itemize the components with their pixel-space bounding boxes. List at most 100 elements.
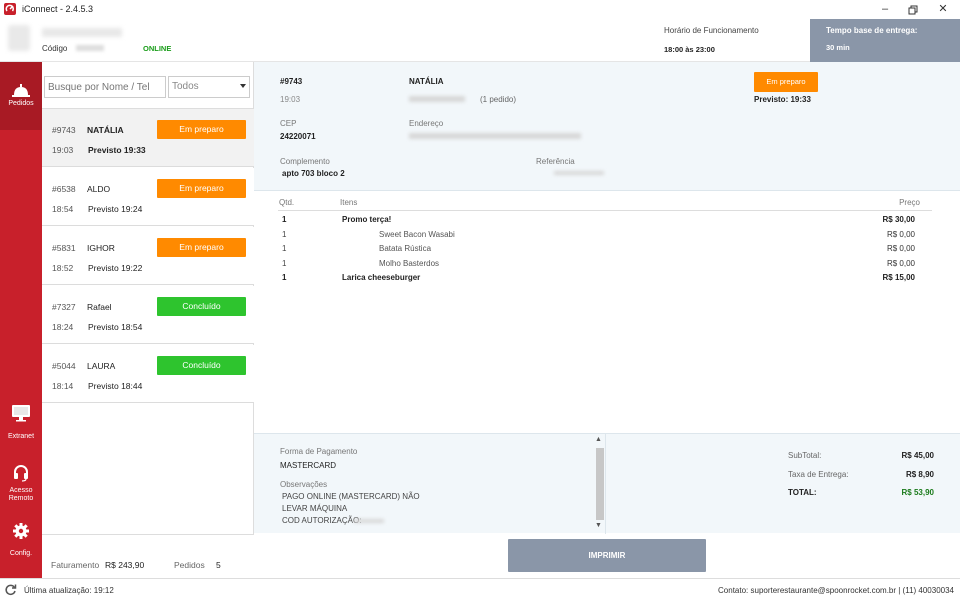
- search-input[interactable]: [44, 76, 166, 98]
- total-label: TOTAL:: [788, 488, 817, 497]
- status-bar: Última atualização: 19:12 Contato: supor…: [0, 578, 960, 600]
- cep-value: 24220071: [280, 132, 316, 141]
- order-item[interactable]: #7327 Rafael 18:24 Previsto 18:54 Conclu…: [42, 286, 254, 344]
- restaurant-logo: [8, 25, 30, 51]
- taxa-label: Taxa de Entrega:: [788, 470, 849, 479]
- endereco-label: Endereço: [409, 119, 444, 128]
- complemento-label: Complemento: [280, 157, 330, 166]
- autorizacao-redacted: [354, 519, 384, 523]
- item-price: R$ 30,00: [882, 215, 915, 224]
- scroll-thumb[interactable]: [596, 448, 604, 520]
- pagamento-label: Forma de Pagamento: [280, 447, 358, 456]
- observacao-line: LEVAR MÁQUINA: [282, 504, 348, 513]
- detail-previsto: Previsto: 19:33: [754, 95, 811, 104]
- order-previsto: Previsto 19:24: [88, 204, 143, 214]
- order-previsto: Previsto 18:54: [88, 322, 143, 332]
- order-item[interactable]: #6538 ALDO 18:54 Previsto 19:24 Em prepa…: [42, 168, 254, 226]
- order-status-button[interactable]: Em preparo: [157, 238, 246, 257]
- window-title: iConnect - 2.4.5.3: [22, 4, 94, 14]
- filter-value: Todos: [172, 81, 199, 92]
- delivery-time-box: Tempo base de entrega: 30 min: [810, 19, 960, 62]
- list-footer: Faturamento R$ 243,90 Pedidos 5: [42, 534, 254, 578]
- contact-text: Contato: suporterestaurante@spoonrocket.…: [718, 586, 954, 595]
- restore-icon[interactable]: [898, 0, 928, 19]
- item-qty: 1: [282, 259, 287, 268]
- header: Código ONLINE Horário de Funcionamento 1…: [0, 19, 960, 62]
- subtotal-value: R$ 45,00: [901, 451, 934, 460]
- sidebar-item-pedidos[interactable]: Pedidos: [0, 62, 42, 130]
- item-name: Batata Rústica: [379, 244, 432, 253]
- scroll-up-icon[interactable]: ▲: [595, 436, 602, 443]
- order-detail-panel: #9743 19:03 NATÁLIA (1 pedido) Em prepar…: [254, 62, 960, 578]
- order-time: 18:14: [52, 381, 74, 391]
- sidebar-item-label: Acesso Remoto: [8, 487, 34, 502]
- item-qty: 1: [282, 244, 287, 253]
- detail-customer-name: NATÁLIA: [409, 77, 444, 86]
- detail-status-button[interactable]: Em preparo: [754, 72, 818, 92]
- sidebar-item-label: Pedidos: [8, 100, 34, 107]
- item-row: 1 Promo terça! R$ 30,00: [278, 212, 932, 227]
- complemento-value: apto 703 bloco 2: [282, 169, 345, 178]
- order-customer-name: ALDO: [87, 184, 111, 194]
- order-status-button[interactable]: Concluído: [157, 297, 246, 316]
- headset-icon: [0, 464, 42, 484]
- item-qty: 1: [282, 273, 287, 282]
- faturamento-label: Faturamento: [51, 560, 100, 570]
- order-time: 18:24: [52, 322, 74, 332]
- order-id: #5044: [52, 361, 76, 371]
- filter-select[interactable]: Todos: [168, 76, 250, 98]
- sidebar-item-acesso-remoto[interactable]: Acesso Remoto: [0, 464, 42, 510]
- scroll-down-icon[interactable]: ▼: [595, 522, 602, 529]
- item-qty: 1: [282, 215, 287, 224]
- detail-order-id: #9743: [280, 77, 303, 86]
- item-price: R$ 0,00: [886, 259, 915, 268]
- item-name: Promo terça!: [342, 215, 392, 224]
- close-icon[interactable]: ✕: [928, 0, 958, 19]
- item-price: R$ 0,00: [886, 230, 915, 239]
- pedidos-value: 5: [216, 560, 221, 570]
- sidebar-item-label: Config.: [9, 550, 33, 557]
- chevron-down-icon: [240, 84, 246, 88]
- sidebar-item-label: Extranet: [7, 433, 35, 440]
- order-status-button[interactable]: Em preparo: [157, 179, 246, 198]
- delivery-time-label: Tempo base de entrega:: [826, 26, 918, 35]
- item-row: 1 Larica cheeseburger R$ 15,00: [278, 270, 932, 285]
- payment-totals-box: Forma de Pagamento MASTERCARD Observaçõe…: [254, 433, 960, 534]
- item-price: R$ 15,00: [882, 273, 915, 282]
- pedidos-label: Pedidos: [174, 560, 205, 570]
- order-id: #6538: [52, 184, 76, 194]
- order-item[interactable]: #9743 NATÁLIA 19:03 Previsto 19:33 Em pr…: [42, 109, 254, 167]
- online-status: ONLINE: [143, 44, 172, 53]
- order-customer-name: Rafael: [87, 302, 112, 312]
- scrollbar[interactable]: ▲ ▼: [594, 436, 605, 532]
- order-previsto: Previsto 18:44: [88, 381, 143, 391]
- cep-label: CEP: [280, 119, 297, 128]
- imprimir-button[interactable]: IMPRIMIR: [508, 539, 706, 572]
- sidebar-item-extranet[interactable]: Extranet: [0, 404, 42, 454]
- order-status-button[interactable]: Em preparo: [157, 120, 246, 139]
- item-name: Sweet Bacon Wasabi: [379, 230, 455, 239]
- order-status-button[interactable]: Concluído: [157, 356, 246, 375]
- refresh-icon[interactable]: [4, 583, 17, 598]
- order-customer-name: LAURA: [87, 361, 116, 371]
- sidebar: Pedidos Extranet Acesso Remoto Config.: [0, 62, 42, 578]
- order-list-panel: Todos #9743 NATÁLIA 19:03 Previsto 19:33…: [42, 62, 254, 578]
- minimize-icon[interactable]: –: [870, 0, 900, 19]
- order-customer-name: NATÁLIA: [87, 125, 124, 135]
- referencia-label: Referência: [536, 157, 575, 166]
- gear-icon: [0, 522, 42, 542]
- sidebar-item-config[interactable]: Config.: [0, 522, 42, 566]
- item-row: 1 Molho Basterdos R$ 0,00: [278, 256, 932, 271]
- monitor-icon: [0, 404, 42, 424]
- item-qty: 1: [282, 230, 287, 239]
- order-info-box: #9743 19:03 NATÁLIA (1 pedido) Em prepar…: [254, 62, 960, 191]
- order-previsto: Previsto 19:33: [88, 145, 146, 155]
- order-id: #5831: [52, 243, 76, 253]
- order-customer-name: IGHOR: [87, 243, 115, 253]
- order-item[interactable]: #5044 LAURA 18:14 Previsto 18:44 Concluí…: [42, 345, 254, 403]
- observacao-line: COD AUTORIZAÇÃO:: [282, 516, 362, 525]
- item-price: R$ 0,00: [886, 244, 915, 253]
- order-time: 18:52: [52, 263, 74, 273]
- observacoes-label: Observações: [280, 480, 328, 489]
- order-item[interactable]: #5831 IGHOR 18:52 Previsto 19:22 Em prep…: [42, 227, 254, 285]
